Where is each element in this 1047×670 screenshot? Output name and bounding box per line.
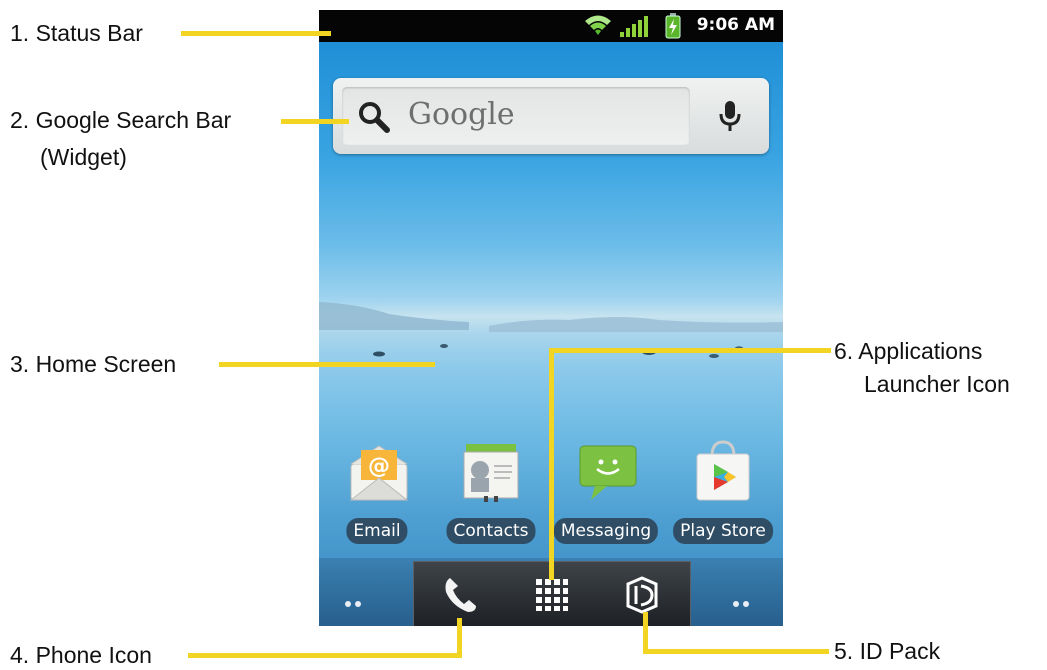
email-icon: @: [349, 445, 409, 501]
leader-line-id-pack-h: [643, 649, 829, 654]
leader-line-phone-icon-v: [457, 618, 462, 658]
microphone-icon[interactable]: [717, 100, 743, 134]
leader-line-id-pack-v: [643, 612, 648, 654]
callout-home-screen: 3. Home Screen: [10, 351, 177, 377]
leader-line-search-bar: [281, 119, 349, 124]
wifi-icon: [585, 15, 611, 35]
leader-line-status-bar: [181, 31, 331, 36]
app-play-store[interactable]: Play Store: [668, 432, 778, 544]
contacts-icon: [463, 444, 519, 502]
page-indicator-right[interactable]: [733, 594, 753, 612]
signal-icon: [620, 16, 648, 37]
app-label: Play Store: [673, 518, 773, 544]
status-bar[interactable]: 9:06 AM: [319, 10, 783, 42]
callout-search-bar-sub: (Widget): [40, 144, 127, 170]
app-launcher-icon[interactable]: [535, 578, 569, 612]
leader-line-home-screen: [219, 362, 435, 367]
page-indicator-left[interactable]: [345, 594, 365, 612]
app-messaging[interactable]: Messaging: [551, 432, 661, 544]
id-pack-icon[interactable]: [624, 576, 660, 614]
app-label: Email: [346, 518, 408, 544]
leader-line-launcher-v: [549, 348, 554, 580]
leader-line-launcher-h: [549, 348, 831, 353]
svg-text:@: @: [368, 454, 390, 479]
search-field[interactable]: Google: [342, 87, 690, 145]
phone-icon[interactable]: [442, 576, 478, 614]
app-email[interactable]: @ Email: [322, 432, 432, 544]
callout-search-bar: 2. Google Search Bar: [10, 107, 232, 133]
google-search-widget[interactable]: Google: [333, 78, 769, 154]
leader-line-phone-icon-h: [188, 653, 462, 658]
callout-id-pack: 5. ID Pack: [834, 638, 941, 664]
search-icon: [359, 102, 390, 133]
callout-launcher-sub: Launcher Icon: [864, 371, 1010, 397]
status-time: 9:06 AM: [696, 15, 775, 35]
app-label: Contacts: [446, 518, 536, 544]
app-contacts[interactable]: Contacts: [436, 432, 546, 544]
callout-launcher: 6. Applications: [834, 338, 983, 364]
play-store-icon: [696, 440, 750, 501]
callout-status-bar: 1. Status Bar: [10, 20, 143, 46]
app-label: Messaging: [553, 518, 659, 544]
messaging-icon: [579, 445, 637, 500]
search-placeholder: Google: [408, 97, 515, 132]
battery-charging-icon: [665, 13, 681, 39]
callout-phone-icon: 4. Phone Icon: [10, 642, 152, 668]
